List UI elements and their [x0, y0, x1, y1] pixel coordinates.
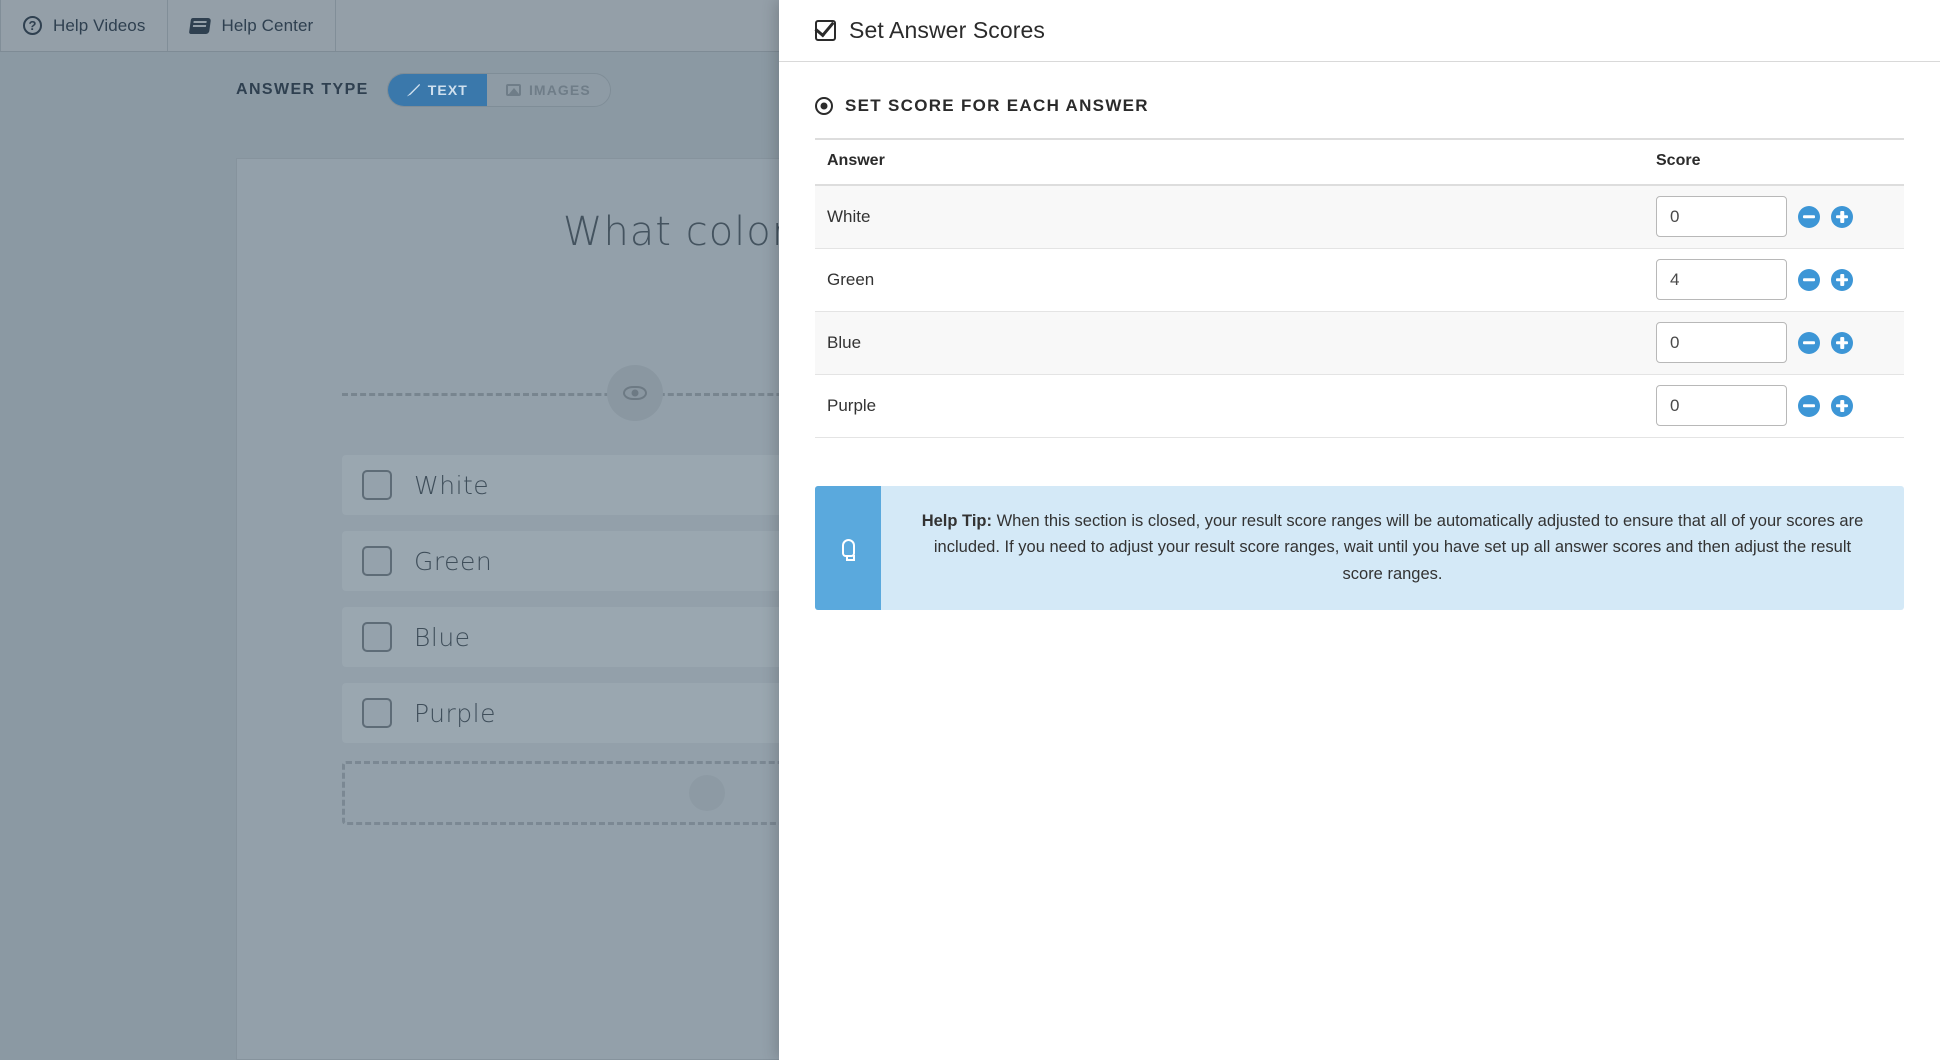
score-stepper — [1656, 385, 1904, 426]
score-cell — [1644, 248, 1904, 311]
help-tip-text: Help Tip: When this section is closed, y… — [881, 486, 1904, 610]
answer-type-option-text-label: TEXT — [428, 82, 468, 98]
table-header-row: Answer Score — [815, 139, 1904, 185]
table-header: Answer Score — [815, 139, 1904, 185]
target-icon — [815, 97, 833, 115]
checkbox-checked-icon — [815, 20, 836, 41]
table-row: Green — [815, 248, 1904, 311]
answer-type-label: ANSWER TYPE — [236, 81, 369, 99]
minus-circle-icon[interactable] — [1798, 332, 1820, 354]
nav-item-help-videos[interactable]: ? Help Videos — [0, 0, 168, 51]
checkbox-icon[interactable] — [362, 546, 392, 576]
help-tip-label: Help Tip: — [922, 512, 992, 530]
plus-circle-icon[interactable] — [1831, 332, 1853, 354]
minus-circle-icon[interactable] — [1798, 206, 1820, 228]
plus-circle-icon[interactable] — [1831, 269, 1853, 291]
answer-type-option-images-label: IMAGES — [529, 82, 591, 98]
answer-type-option-images[interactable]: IMAGES — [487, 74, 610, 106]
lightbulb-icon — [842, 539, 855, 557]
section-header: SET SCORE FOR EACH ANSWER — [815, 96, 1904, 116]
table-row: White — [815, 185, 1904, 248]
score-stepper — [1656, 322, 1904, 363]
table-row: Blue — [815, 311, 1904, 374]
pencil-icon — [407, 84, 420, 97]
nav-item-help-center-label: Help Center — [221, 16, 313, 36]
set-answer-scores-modal: Set Answer Scores SET SCORE FOR EACH ANS… — [779, 0, 1940, 1060]
modal-title: Set Answer Scores — [849, 17, 1045, 44]
checkbox-icon[interactable] — [362, 470, 392, 500]
score-stepper — [1656, 196, 1904, 237]
score-input[interactable] — [1656, 259, 1787, 300]
nav-item-help-center[interactable]: Help Center — [168, 0, 336, 51]
score-input[interactable] — [1656, 196, 1787, 237]
score-input[interactable] — [1656, 322, 1787, 363]
plus-circle-icon[interactable] — [1831, 395, 1853, 417]
help-tip-banner: Help Tip: When this section is closed, y… — [815, 486, 1904, 610]
quiz-answer-option-label: White — [414, 471, 489, 500]
score-cell — [1644, 374, 1904, 437]
minus-circle-icon[interactable] — [1798, 269, 1820, 291]
score-stepper — [1656, 259, 1904, 300]
table-body: White Green — [815, 185, 1904, 437]
answer-cell: White — [815, 185, 1644, 248]
plus-circle-icon[interactable] — [1831, 206, 1853, 228]
plus-circle-icon — [689, 775, 725, 811]
quiz-preview-toggle-button[interactable] — [607, 365, 663, 421]
score-cell — [1644, 311, 1904, 374]
question-circle-icon: ? — [23, 16, 42, 35]
help-tip-body: When this section is closed, your result… — [934, 512, 1863, 583]
table-row: Purple — [815, 374, 1904, 437]
book-icon — [189, 18, 211, 34]
modal-header: Set Answer Scores — [779, 0, 1940, 62]
modal-body: SET SCORE FOR EACH ANSWER Answer Score W… — [779, 62, 1940, 610]
quiz-answer-option-label: Blue — [414, 623, 471, 652]
checkbox-icon[interactable] — [362, 622, 392, 652]
answer-type-option-text[interactable]: TEXT — [388, 74, 487, 106]
answer-scores-table: Answer Score White Green — [815, 138, 1904, 438]
answer-cell: Purple — [815, 374, 1644, 437]
score-cell — [1644, 185, 1904, 248]
help-tip-icon-panel — [815, 486, 881, 610]
image-icon — [506, 84, 521, 96]
answer-cell: Blue — [815, 311, 1644, 374]
checkbox-icon[interactable] — [362, 698, 392, 728]
quiz-answer-option-label: Purple — [414, 699, 496, 728]
nav-item-help-videos-label: Help Videos — [53, 16, 145, 36]
column-header-score: Score — [1644, 139, 1904, 185]
quiz-answer-option-label: Green — [414, 547, 492, 576]
answer-type-toggle-group[interactable]: TEXT IMAGES — [387, 73, 611, 107]
answer-cell: Green — [815, 248, 1644, 311]
score-input[interactable] — [1656, 385, 1787, 426]
column-header-answer: Answer — [815, 139, 1644, 185]
minus-circle-icon[interactable] — [1798, 395, 1820, 417]
eye-icon — [623, 386, 647, 400]
section-title: SET SCORE FOR EACH ANSWER — [845, 96, 1149, 116]
